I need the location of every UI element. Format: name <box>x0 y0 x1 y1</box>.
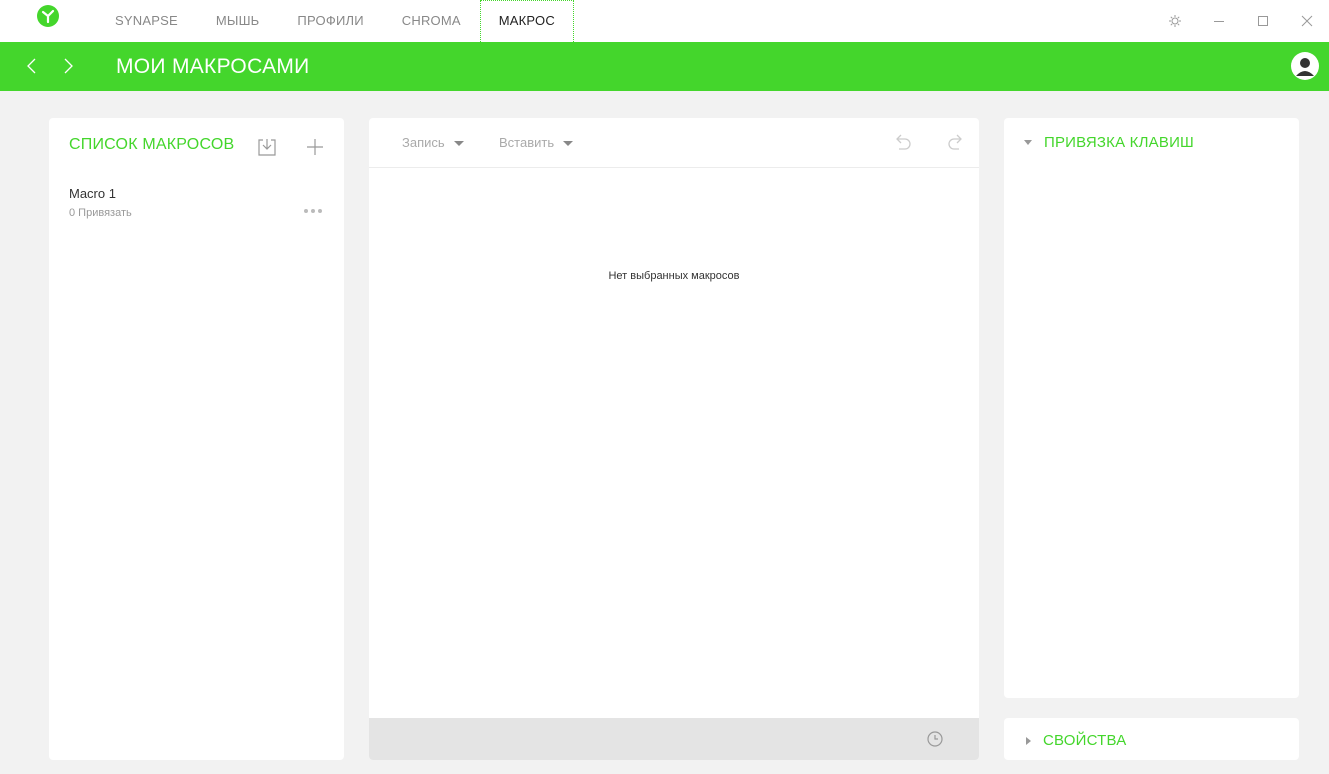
record-dropdown[interactable]: Запись <box>402 135 464 150</box>
key-binding-title: ПРИВЯЗКА КЛАВИШ <box>1044 134 1194 151</box>
tab-mouse[interactable]: МЫШЬ <box>197 0 279 38</box>
editor-footer <box>369 718 979 760</box>
collapse-arrow-icon <box>1024 140 1032 145</box>
record-label: Запись <box>402 135 445 150</box>
plus-icon[interactable] <box>306 138 324 156</box>
tab-profiles[interactable]: ПРОФИЛИ <box>278 0 382 38</box>
window-controls <box>1153 0 1329 42</box>
caret-down-icon <box>563 141 574 146</box>
macro-name: Macro 1 <box>69 186 116 201</box>
clock-icon[interactable] <box>926 730 944 748</box>
caret-down-icon <box>453 141 464 146</box>
editor-toolbar: Запись Вставить <box>369 118 979 168</box>
macro-binding-count: 0 Привязать <box>69 207 132 219</box>
page-header: МОИ МАКРОСАМИ <box>0 42 1329 91</box>
properties-title: СВОЙСТВА <box>1043 732 1127 749</box>
expand-arrow-icon <box>1026 736 1031 745</box>
key-binding-header[interactable]: ПРИВЯЗКА КЛАВИШ <box>1024 134 1194 151</box>
insert-dropdown[interactable]: Вставить <box>499 135 574 150</box>
title-bar: SYNAPSE МЫШЬ ПРОФИЛИ CHROMA МАКРОС <box>0 0 1329 42</box>
minimize-icon[interactable] <box>1197 0 1241 42</box>
macro-editor-panel: Запись Вставить Нет выбранных макросов <box>369 118 979 760</box>
undo-icon[interactable] <box>892 132 914 154</box>
razer-logo-icon[interactable] <box>36 4 60 28</box>
chevron-right-icon[interactable] <box>58 54 78 78</box>
properties-panel: СВОЙСТВА <box>1004 718 1299 760</box>
import-icon[interactable] <box>256 137 278 157</box>
redo-icon[interactable] <box>944 132 966 154</box>
gear-icon[interactable] <box>1153 0 1197 42</box>
properties-header[interactable]: СВОЙСТВА <box>1024 732 1126 749</box>
insert-label: Вставить <box>499 135 555 150</box>
macro-list-title: СПИСОК МАКРОСОВ <box>69 136 235 153</box>
tab-chroma[interactable]: CHROMA <box>383 0 480 38</box>
tab-synapse[interactable]: SYNAPSE <box>96 0 197 38</box>
tab-macro[interactable]: МАКРОС <box>479 0 574 42</box>
list-item[interactable]: Macro 1 0 Привязать <box>69 186 329 226</box>
empty-state-message: Нет выбранных макросов <box>608 270 740 282</box>
user-avatar-icon[interactable] <box>1290 51 1320 81</box>
close-icon[interactable] <box>1285 0 1329 42</box>
key-binding-panel: ПРИВЯЗКА КЛАВИШ <box>1004 118 1299 698</box>
more-options-icon[interactable] <box>302 201 324 213</box>
maximize-icon[interactable] <box>1241 0 1285 42</box>
chevron-left-icon[interactable] <box>22 54 42 78</box>
macro-list-panel: СПИСОК МАКРОСОВ Macro 1 0 Привязать <box>49 118 344 760</box>
page-title: МОИ МАКРОСАМИ <box>116 55 310 78</box>
main-tabs: SYNAPSE МЫШЬ ПРОФИЛИ CHROMA МАКРОС <box>96 0 574 42</box>
